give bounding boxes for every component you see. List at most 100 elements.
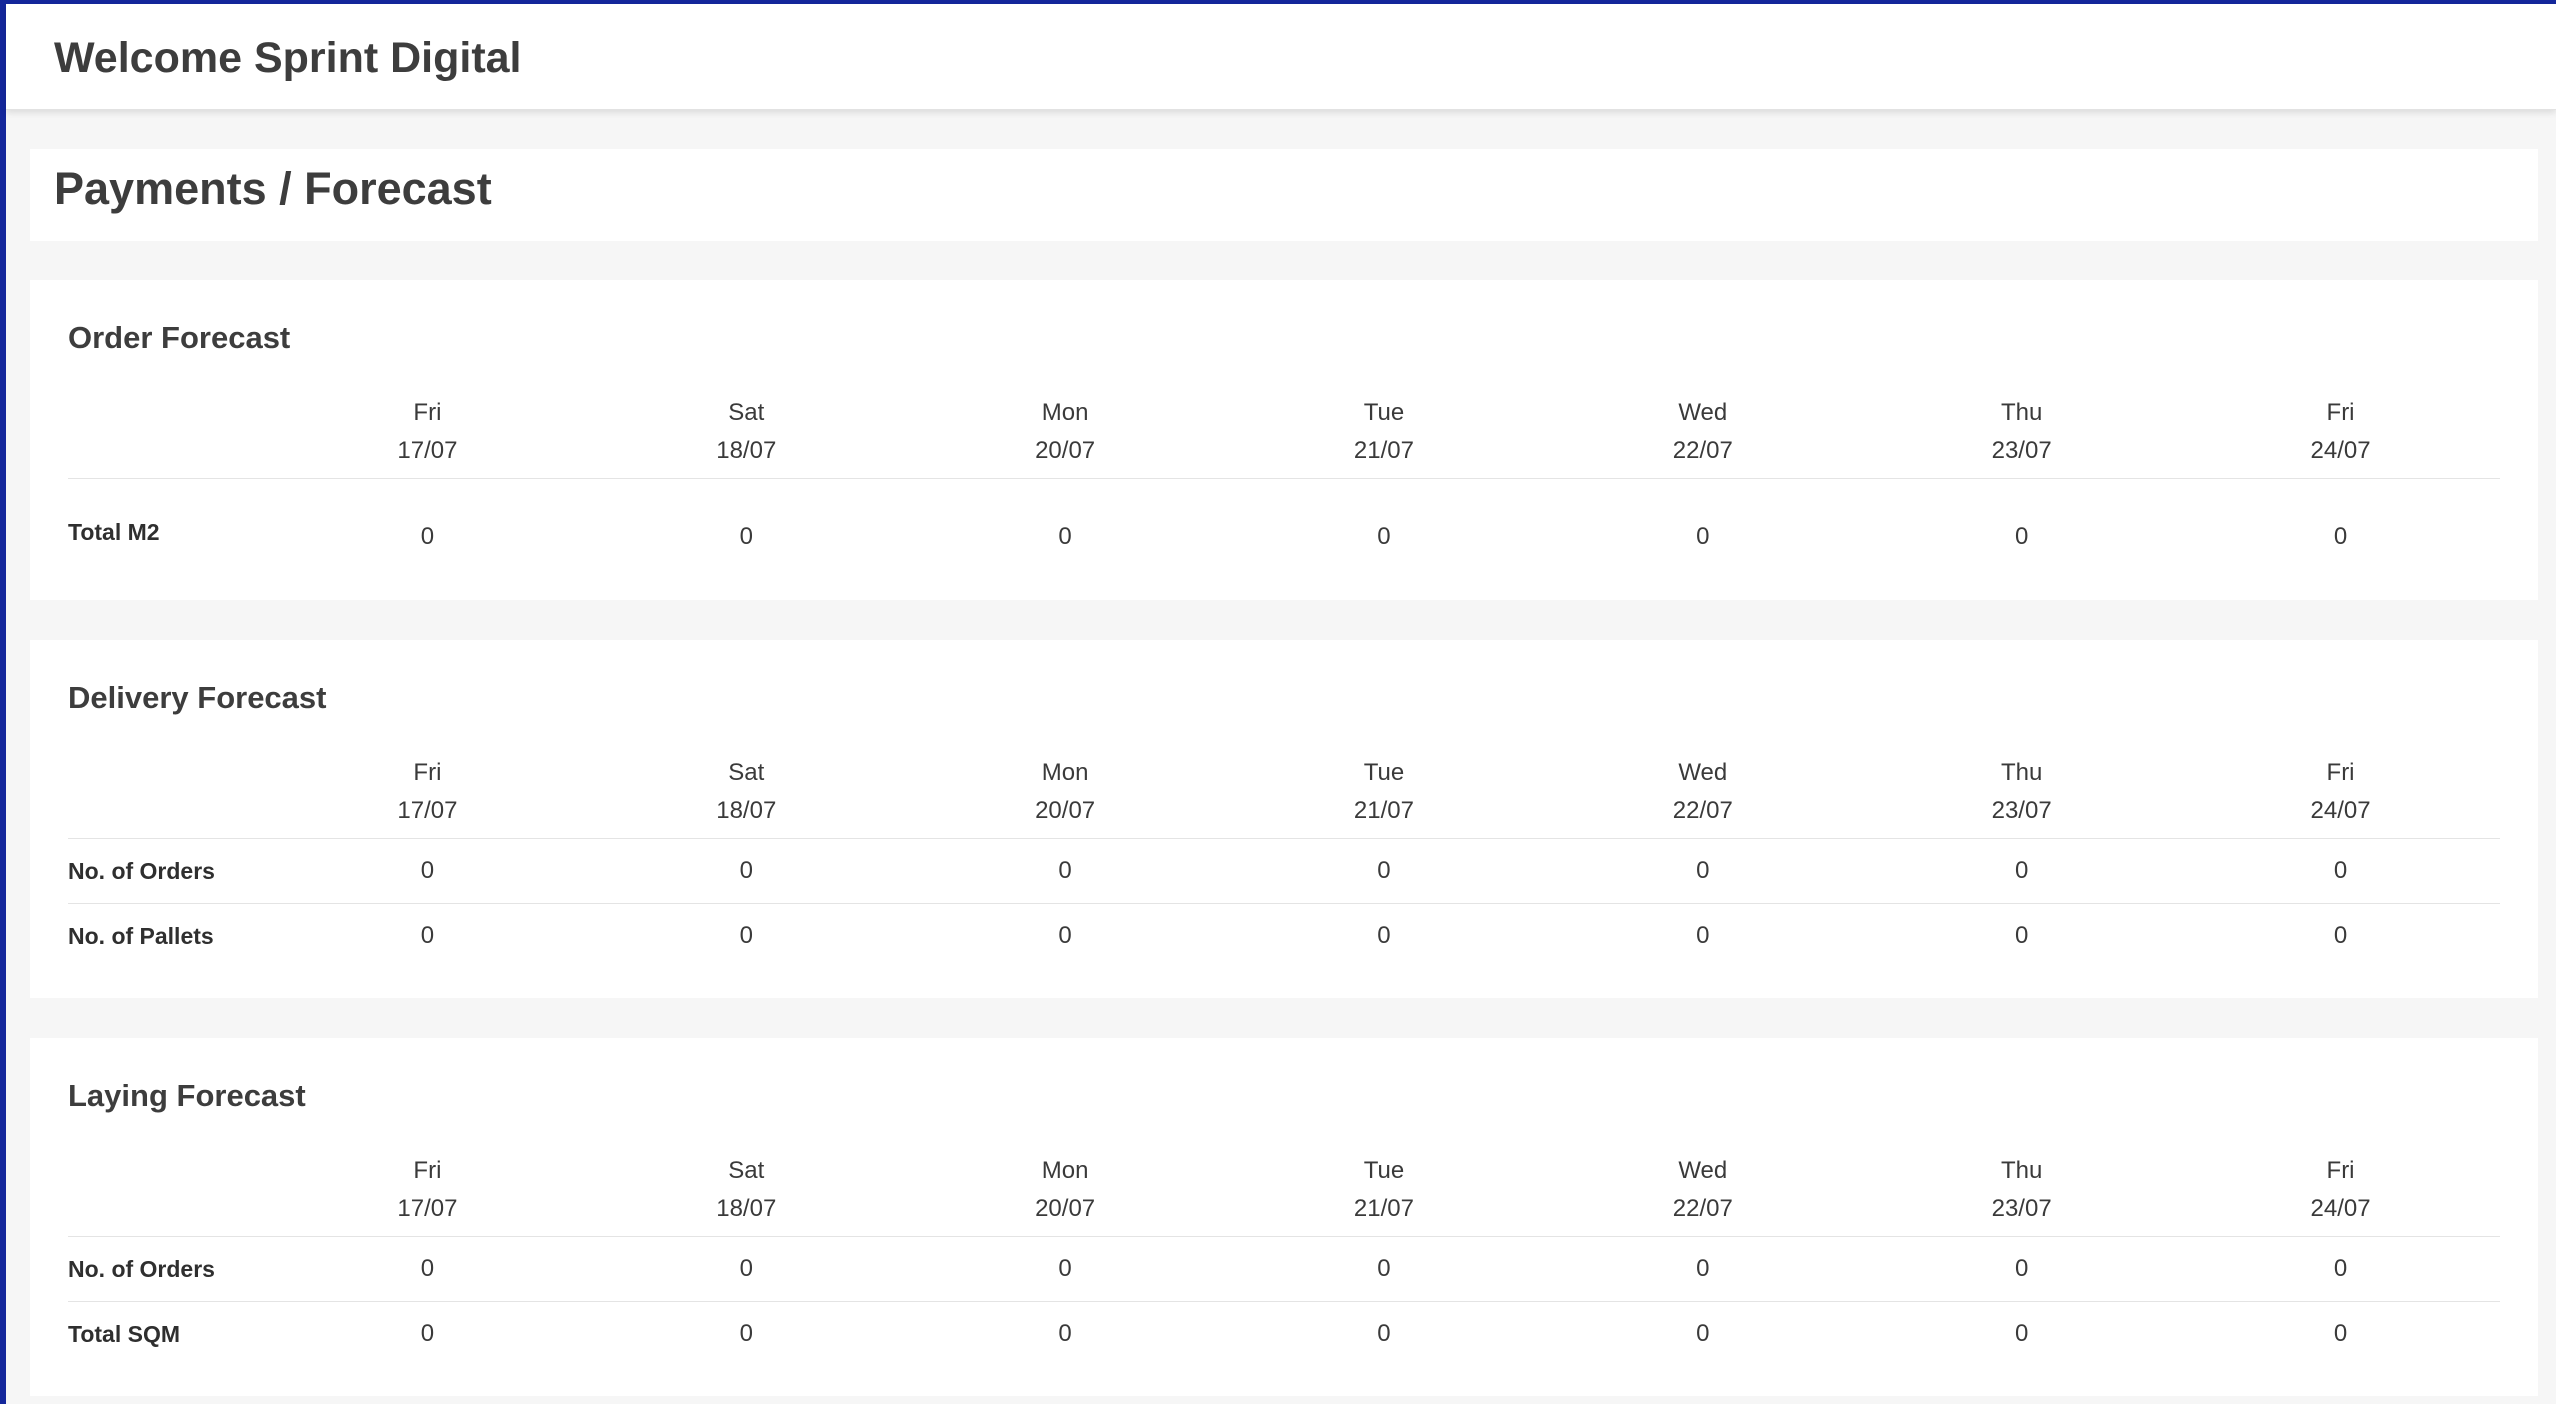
value-cell: 0 bbox=[1224, 1301, 1544, 1367]
window-frame-left bbox=[0, 0, 6, 1404]
value-cell: 0 bbox=[1696, 522, 1710, 550]
value-cell: 0 bbox=[1696, 857, 1710, 884]
day-date: 17/07 bbox=[397, 797, 458, 824]
laying-forecast-table: Fri 17/07 Sat 18/07 Mon 20/07 Tue 21/07 Wed 2… bbox=[68, 1152, 2500, 1367]
row-label: Total SQM bbox=[68, 1301, 268, 1367]
table-row: Total SQM 0 0 0 0 0 0 0 bbox=[68, 1301, 2500, 1367]
row-label: No. of Pallets bbox=[68, 903, 268, 969]
laying-forecast-title: Laying Forecast bbox=[68, 1078, 306, 1113]
day-date: 20/07 bbox=[1035, 797, 1096, 824]
day-header: Wed 22/07 bbox=[1543, 1152, 1863, 1237]
day-date: 18/07 bbox=[716, 1195, 777, 1222]
value-cell: 0 bbox=[2333, 1255, 2348, 1282]
day-date: 23/07 bbox=[1991, 1195, 2052, 1222]
day-name: Mon bbox=[1041, 1157, 1089, 1184]
value-cell: 0 bbox=[1224, 903, 1544, 969]
order-forecast-title: Order Forecast bbox=[68, 320, 291, 355]
day-date: 22/07 bbox=[1672, 437, 1733, 464]
day-header: Sat 18/07 bbox=[586, 754, 906, 839]
day-date: 17/07 bbox=[397, 437, 458, 464]
header-label-cell bbox=[68, 394, 268, 479]
value-cell: 0 bbox=[739, 857, 753, 884]
value-cell: 0 bbox=[2181, 1301, 2500, 1367]
delivery-forecast-table: Fri 17/07 Sat 18/07 Mon 20/07 Tue 21/07 Wed 2… bbox=[68, 754, 2500, 969]
value-cell: 0 bbox=[905, 903, 1225, 969]
day-date: 21/07 bbox=[1353, 437, 1414, 464]
day-name: Fri bbox=[413, 399, 442, 426]
value-cell: 0 bbox=[2014, 522, 2029, 550]
day-header: Thu 23/07 bbox=[1862, 1152, 2182, 1237]
value-cell: 0 bbox=[2333, 857, 2348, 884]
value-cell: 0 bbox=[586, 1301, 906, 1367]
day-date: 18/07 bbox=[716, 437, 777, 464]
day-header: Fri 17/07 bbox=[268, 394, 587, 479]
day-name: Fri bbox=[2326, 759, 2355, 786]
value-cell: 0 bbox=[1543, 1301, 1863, 1367]
day-header: Wed 22/07 bbox=[1543, 754, 1863, 839]
value-cell: 0 bbox=[420, 1255, 435, 1282]
top-bar: Welcome Sprint Digital bbox=[6, 4, 2556, 110]
day-name: Wed bbox=[1678, 399, 1728, 426]
row-label: No. of Orders bbox=[68, 857, 215, 884]
value-cell: 0 bbox=[1696, 1255, 1710, 1282]
day-name: Thu bbox=[2000, 399, 2043, 426]
day-name: Wed bbox=[1678, 1157, 1728, 1184]
value-cell: 0 bbox=[1058, 522, 1072, 550]
value-cell: 0 bbox=[420, 857, 435, 884]
value-cell: 0 bbox=[1543, 903, 1863, 969]
value-cell: 0 bbox=[1058, 1255, 1072, 1282]
delivery-forecast-card: Delivery Forecast Fri 17/07 Sat 18/07 Mon 2… bbox=[30, 640, 2538, 998]
day-name: Fri bbox=[2326, 399, 2355, 426]
day-date: 22/07 bbox=[1672, 1195, 1733, 1222]
table-row: No. of Pallets 0 0 0 0 0 0 0 bbox=[68, 903, 2500, 969]
day-date: 20/07 bbox=[1035, 1195, 1096, 1222]
day-name: Mon bbox=[1041, 759, 1089, 786]
day-date: 24/07 bbox=[2310, 797, 2371, 824]
header-label-cell bbox=[68, 1152, 268, 1237]
day-date: 17/07 bbox=[397, 1195, 458, 1222]
day-header: Thu 23/07 bbox=[1862, 754, 2182, 839]
table-row: Total M2 0 0 0 0 0 0 0 bbox=[68, 479, 2500, 595]
value-cell: 0 bbox=[739, 1255, 753, 1282]
value-cell: 0 bbox=[420, 522, 435, 550]
day-header: Tue 21/07 bbox=[1224, 1152, 1544, 1237]
header-label-cell bbox=[68, 754, 268, 839]
welcome-title: Welcome Sprint Digital bbox=[54, 34, 522, 82]
day-date: 20/07 bbox=[1035, 437, 1096, 464]
day-date: 22/07 bbox=[1672, 797, 1733, 824]
day-name: Sat bbox=[728, 1157, 765, 1184]
day-header: Fri 24/07 bbox=[2181, 754, 2500, 839]
value-cell: 0 bbox=[1377, 857, 1391, 884]
day-date: 18/07 bbox=[716, 797, 777, 824]
day-name: Thu bbox=[2000, 759, 2043, 786]
day-header: Sat 18/07 bbox=[586, 394, 906, 479]
value-cell: 0 bbox=[1862, 1301, 2182, 1367]
day-header: Fri 24/07 bbox=[2181, 394, 2500, 479]
day-header: Sat 18/07 bbox=[586, 1152, 906, 1237]
table-row: No. of Orders 0 0 0 0 0 0 0 bbox=[68, 839, 2500, 904]
value-cell: 0 bbox=[1862, 903, 2182, 969]
value-cell: 0 bbox=[2014, 1255, 2029, 1282]
row-label: Total M2 bbox=[68, 519, 160, 546]
value-cell: 0 bbox=[1058, 857, 1072, 884]
value-cell: 0 bbox=[268, 903, 587, 969]
value-cell: 0 bbox=[2333, 522, 2348, 550]
order-forecast-card: Order Forecast Fri 17/07 Sat 18/07 Mon 20/0… bbox=[30, 280, 2538, 600]
table-row: No. of Orders 0 0 0 0 0 0 0 bbox=[68, 1237, 2500, 1302]
page-header: Payments / Forecast bbox=[30, 149, 2538, 241]
value-cell: 0 bbox=[586, 903, 906, 969]
day-header: Mon 20/07 bbox=[905, 394, 1225, 479]
day-date: 24/07 bbox=[2310, 437, 2371, 464]
value-cell: 0 bbox=[1377, 522, 1391, 550]
delivery-forecast-title: Delivery Forecast bbox=[68, 680, 327, 715]
day-header: Thu 23/07 bbox=[1862, 394, 2182, 479]
day-header: Mon 20/07 bbox=[905, 1152, 1225, 1237]
day-header: Fri 17/07 bbox=[268, 754, 587, 839]
day-header: Fri 24/07 bbox=[2181, 1152, 2500, 1237]
value-cell: 0 bbox=[739, 522, 753, 550]
date-header-row: Fri 17/07 Sat 18/07 Mon 20/07 Tue 21/07 Wed 2… bbox=[68, 1152, 2500, 1237]
day-name: Tue bbox=[1363, 759, 1405, 786]
day-header: Fri 17/07 bbox=[268, 1152, 587, 1237]
page-title: Payments / Forecast bbox=[54, 163, 492, 214]
day-header: Wed 22/07 bbox=[1543, 394, 1863, 479]
